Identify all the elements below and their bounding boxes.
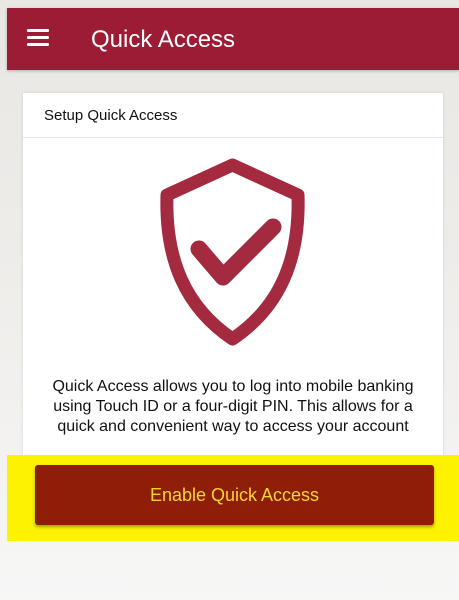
page-title: Quick Access xyxy=(91,26,236,53)
card-header: Setup Quick Access xyxy=(23,93,443,138)
app-bar: Quick Access xyxy=(7,8,459,70)
quick-access-description: Quick Access allows you to log into mobi… xyxy=(52,378,414,435)
shield-check-icon xyxy=(160,158,305,346)
enable-quick-access-button[interactable]: Enable Quick Access xyxy=(35,465,434,525)
hamburger-menu-icon[interactable] xyxy=(27,29,49,47)
card-title: Setup Quick Access xyxy=(44,106,178,124)
